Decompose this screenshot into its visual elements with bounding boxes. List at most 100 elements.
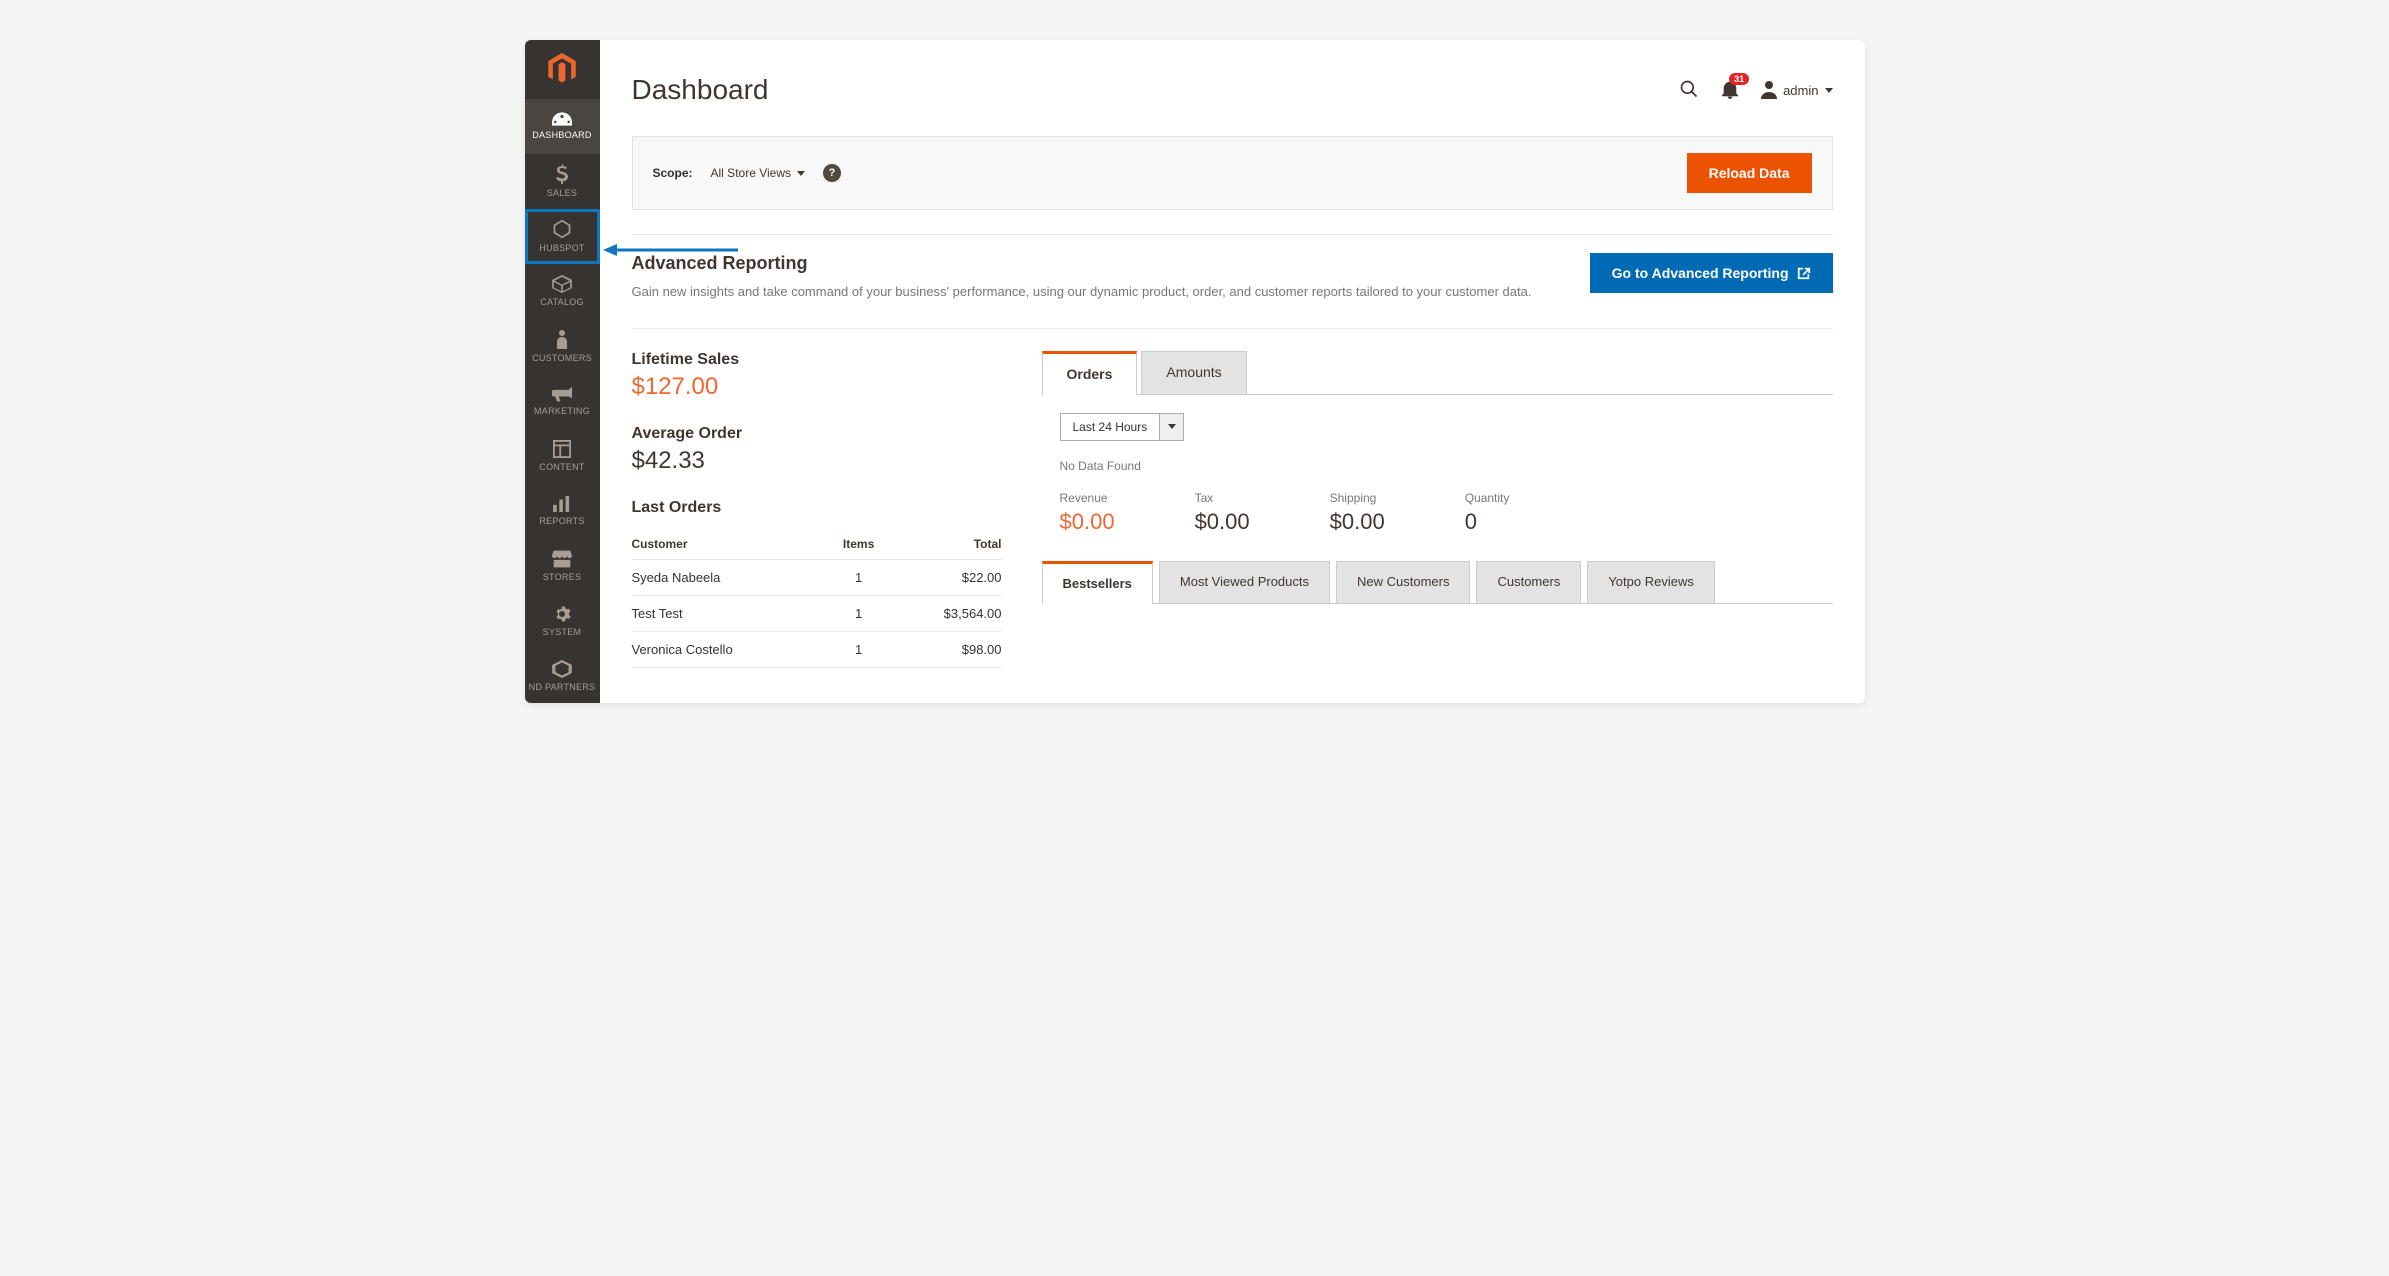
scope-select[interactable]: All Store Views (711, 166, 805, 180)
average-order-value: $42.33 (632, 447, 1002, 475)
caret-down-icon (1168, 424, 1176, 429)
nav-partners[interactable]: ND PARTNERS (525, 648, 600, 703)
search-button[interactable] (1679, 79, 1699, 102)
cell-items: 1 (828, 631, 889, 667)
average-order-block: Average Order $42.33 (632, 425, 1002, 475)
revenue-block: Revenue $0.00 (1060, 491, 1115, 535)
cell-total: $98.00 (889, 631, 1001, 667)
nav-customers[interactable]: CUSTOMERS (525, 319, 600, 374)
person-icon (556, 329, 568, 349)
gear-icon (553, 605, 571, 623)
col-customer: Customer (632, 529, 829, 560)
partners-icon (552, 660, 572, 678)
caret-down-icon (1825, 88, 1833, 93)
lifetime-sales-block: Lifetime Sales $127.00 (632, 351, 1002, 401)
scope-bar: Scope: All Store Views ? Reload Data (632, 136, 1833, 210)
tab-orders[interactable]: Orders (1042, 351, 1138, 394)
caret-down-icon (797, 171, 805, 176)
scope-label: Scope: (653, 166, 693, 180)
nav-label: HUBSPOT (539, 243, 584, 253)
totals-row: Revenue $0.00 Tax $0.00 Shipping $0.00 (1060, 491, 1833, 535)
cell-total: $3,564.00 (889, 595, 1001, 631)
main-panel: Dashboard 31 admin Scope: (600, 40, 1865, 703)
store-icon (552, 550, 572, 568)
nav-label: CATALOG (540, 297, 584, 307)
external-link-icon (1797, 266, 1811, 280)
nav-marketing[interactable]: MARKETING (525, 373, 600, 428)
tab-customers[interactable]: Customers (1476, 561, 1581, 603)
advanced-reporting-button[interactable]: Go to Advanced Reporting (1590, 253, 1833, 293)
cell-items: 1 (828, 559, 889, 595)
app-window: DASHBOARD SALES HUBSPOT CATALOG CUSTOMER (525, 40, 1865, 703)
advanced-reporting-title: Advanced Reporting (632, 253, 1532, 274)
nav-label: CONTENT (539, 462, 584, 472)
nav-hubspot[interactable]: HUBSPOT (525, 209, 600, 264)
no-data-message: No Data Found (1060, 459, 1833, 473)
cell-customer: Veronica Costello (632, 631, 829, 667)
nav-system[interactable]: SYSTEM (525, 593, 600, 648)
nav-sales[interactable]: SALES (525, 154, 600, 209)
sidebar: DASHBOARD SALES HUBSPOT CATALOG CUSTOMER (525, 40, 600, 703)
topbar: Dashboard 31 admin (600, 40, 1865, 118)
divider (632, 234, 1833, 235)
tax-value: $0.00 (1195, 509, 1250, 535)
top-actions: 31 admin (1679, 79, 1832, 102)
nav-label: ND PARTNERS (529, 682, 596, 692)
shipping-label: Shipping (1330, 491, 1385, 505)
tab-new-customers[interactable]: New Customers (1336, 561, 1470, 603)
nav-reports[interactable]: REPORTS (525, 483, 600, 538)
table-row[interactable]: Veronica Costello1$98.00 (632, 631, 1002, 667)
stats-column: Lifetime Sales $127.00 Average Order $42… (632, 351, 1002, 668)
table-row[interactable]: Syeda Nabeela1$22.00 (632, 559, 1002, 595)
chart-tabs: Orders Amounts (1042, 351, 1833, 395)
revenue-value: $0.00 (1060, 509, 1115, 535)
cell-customer: Syeda Nabeela (632, 559, 829, 595)
col-items: Items (828, 529, 889, 560)
search-icon (1679, 79, 1699, 99)
notification-count: 31 (1729, 73, 1749, 85)
notifications-button[interactable]: 31 (1721, 79, 1739, 102)
dashboard-icon (552, 112, 572, 126)
range-select-value: Last 24 Hours (1060, 413, 1161, 441)
nav-label: MARKETING (534, 406, 590, 416)
advanced-reporting-button-label: Go to Advanced Reporting (1612, 265, 1789, 281)
tax-block: Tax $0.00 (1195, 491, 1250, 535)
last-orders-table: Customer Items Total Syeda Nabeela1$22.0… (632, 529, 1002, 668)
bar-chart-icon (553, 496, 571, 512)
col-total: Total (889, 529, 1001, 560)
reload-data-button[interactable]: Reload Data (1687, 153, 1812, 193)
shipping-block: Shipping $0.00 (1330, 491, 1385, 535)
average-order-title: Average Order (632, 425, 1002, 443)
user-icon (1761, 81, 1777, 99)
tab-amounts[interactable]: Amounts (1141, 351, 1246, 394)
advanced-reporting-section: Advanced Reporting Gain new insights and… (632, 253, 1833, 302)
lifetime-sales-title: Lifetime Sales (632, 351, 1002, 369)
help-icon[interactable]: ? (823, 164, 841, 182)
revenue-label: Revenue (1060, 491, 1115, 505)
nav-catalog[interactable]: CATALOG (525, 264, 600, 319)
nav-label: SALES (547, 188, 577, 198)
last-orders-block: Last Orders Customer Items Total Syeda N… (632, 499, 1002, 668)
nav-content[interactable]: CONTENT (525, 428, 600, 483)
cell-items: 1 (828, 595, 889, 631)
dollar-icon (556, 164, 568, 184)
tab-most-viewed[interactable]: Most Viewed Products (1159, 561, 1330, 603)
quantity-value: 0 (1465, 509, 1510, 535)
select-arrow (1160, 413, 1184, 441)
user-menu[interactable]: admin (1761, 81, 1832, 99)
shipping-value: $0.00 (1330, 509, 1385, 535)
magento-logo (525, 40, 600, 99)
megaphone-icon (552, 386, 572, 402)
chart-column: Orders Amounts Last 24 Hours No Data Fou… (1042, 351, 1833, 668)
cell-total: $22.00 (889, 559, 1001, 595)
box-icon (552, 275, 572, 293)
tax-label: Tax (1195, 491, 1250, 505)
nav-dashboard[interactable]: DASHBOARD (525, 99, 600, 154)
table-row[interactable]: Test Test1$3,564.00 (632, 595, 1002, 631)
nav-stores[interactable]: STORES (525, 538, 600, 593)
tab-yotpo[interactable]: Yotpo Reviews (1587, 561, 1715, 603)
nav-label: STORES (543, 572, 581, 582)
advanced-reporting-desc: Gain new insights and take command of yo… (632, 282, 1532, 302)
tab-bestsellers[interactable]: Bestsellers (1042, 561, 1153, 603)
range-select[interactable]: Last 24 Hours (1060, 413, 1185, 441)
